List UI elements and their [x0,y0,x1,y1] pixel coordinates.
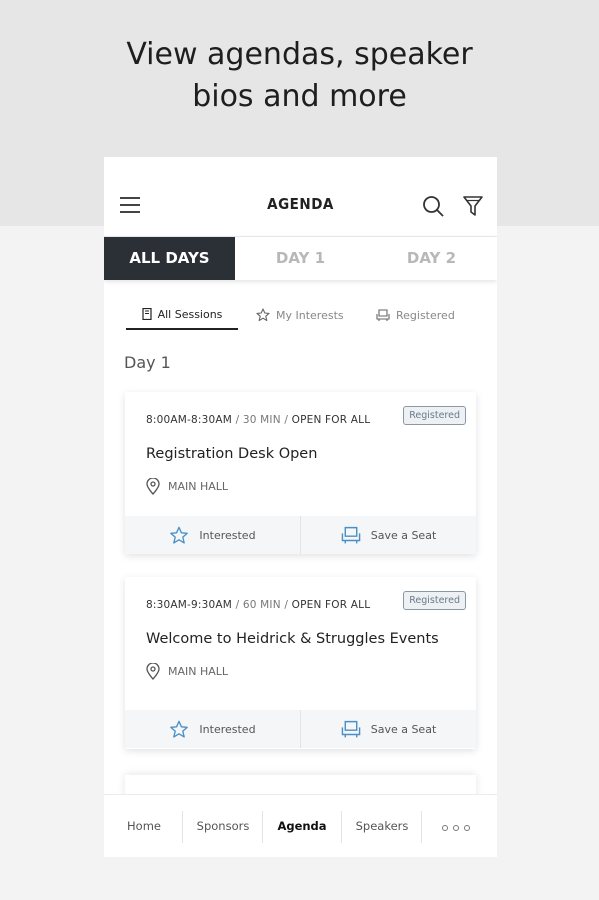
location-pin-icon [146,478,160,495]
interested-label: Interested [199,722,256,736]
seat-icon [376,308,390,321]
day-tabs: ALL DAYS DAY 1 DAY 2 [104,236,497,280]
session-access: OPEN FOR ALL [291,414,371,426]
tab-day-1[interactable]: DAY 1 [235,237,366,280]
session-access: OPEN FOR ALL [291,599,371,611]
nav-agenda[interactable]: Agenda [266,795,338,857]
save-seat-label: Save a Seat [370,722,437,736]
tab-all-days[interactable]: ALL DAYS [104,237,235,280]
filter-icon[interactable] [463,195,483,217]
interested-button[interactable]: Interested [125,710,301,748]
session-card[interactable]: 8:00AM-8:30AM / 30 MIN / OPEN FOR ALL Re… [125,392,476,554]
session-title: Welcome to Heidrick & Struggles Events [146,631,439,647]
session-card[interactable]: 8:30AM-9:30AM / 60 MIN / OPEN FOR ALL Re… [125,577,476,749]
filter-all-sessions[interactable]: All Sessions [126,300,238,330]
location-label: MAIN HALL [168,665,229,678]
interested-button[interactable]: Interested [125,516,301,554]
tab-day-2[interactable]: DAY 2 [366,237,497,280]
registered-badge: Registered [403,591,466,610]
book-icon [141,308,152,320]
nav-speakers[interactable]: Speakers [345,795,419,857]
nav-divider [262,811,263,843]
session-filters: All Sessions My Interests Registered [104,300,497,330]
seat-icon [341,720,361,737]
location-pin-icon [146,663,160,680]
nav-divider [182,811,183,843]
seat-icon [341,526,361,543]
location-label: MAIN HALL [168,480,229,493]
star-icon [256,308,270,322]
session-meta: 8:00AM-8:30AM / 30 MIN / OPEN FOR ALL [146,414,371,426]
filter-my-interests[interactable]: My Interests [256,300,356,330]
nav-home[interactable]: Home [114,795,174,857]
section-day-heading: Day 1 [124,353,171,372]
bottom-navigation: Home Sponsors Agenda Speakers [104,794,497,857]
search-icon[interactable] [422,195,444,217]
app-header: AGENDA [104,157,497,237]
interested-label: Interested [199,528,256,542]
star-icon [170,720,189,738]
filter-registered[interactable]: Registered [376,300,476,330]
more-icon[interactable] [442,825,470,831]
session-meta: 8:30AM-9:30AM / 60 MIN / OPEN FOR ALL [146,599,371,611]
app-screen: AGENDA ALL DAYS DAY 1 DAY 2 All Sessions… [104,157,497,857]
nav-divider [341,811,342,843]
headline-line-2: bios and more [192,79,407,114]
session-actions: Interested Save a Seat [125,516,476,554]
session-time: 8:30AM-9:30AM [146,599,233,611]
session-time: 8:00AM-8:30AM [146,414,233,426]
session-duration: 30 MIN [242,414,281,426]
filter-label: Registered [396,308,455,322]
session-location: MAIN HALL [146,478,228,495]
filter-label: My Interests [276,308,344,322]
headline-line-1: View agendas, speaker [126,37,473,72]
save-seat-label: Save a Seat [370,528,437,542]
star-icon [170,526,189,544]
nav-sponsors[interactable]: Sponsors [186,795,260,857]
save-seat-button[interactable]: Save a Seat [301,710,476,748]
save-seat-button[interactable]: Save a Seat [301,516,476,554]
filter-label: All Sessions [157,307,223,321]
nav-divider [421,811,422,843]
session-location: MAIN HALL [146,663,228,680]
promo-headline: View agendas, speaker bios and more [0,34,599,118]
session-actions: Interested Save a Seat [125,710,476,748]
registered-badge: Registered [403,406,466,425]
session-duration: 60 MIN [242,599,281,611]
session-title: Registration Desk Open [146,446,318,462]
